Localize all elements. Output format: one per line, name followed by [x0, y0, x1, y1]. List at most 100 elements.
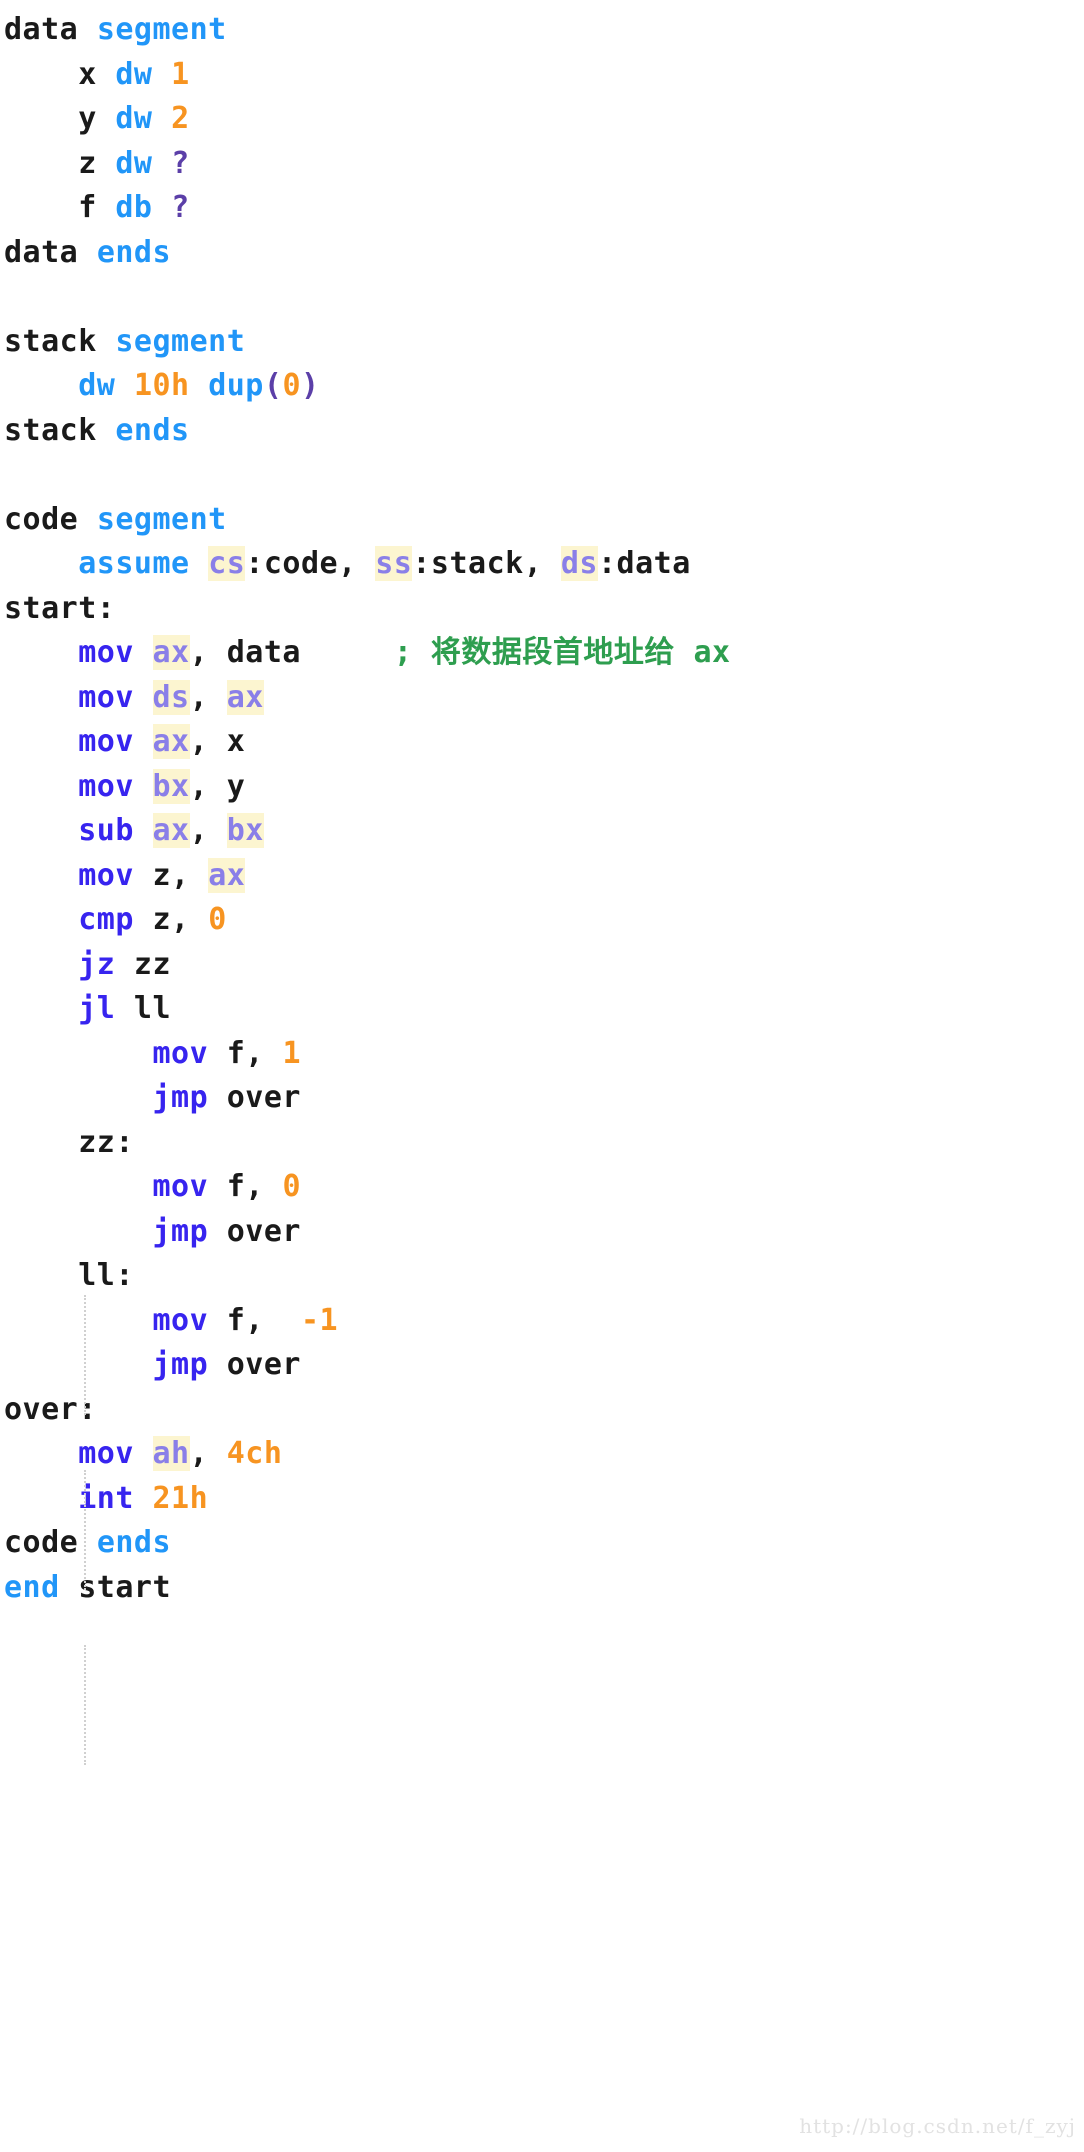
- code-token-instr: cmp: [78, 902, 134, 937]
- code-line: data segment: [0, 8, 1084, 53]
- code-token-reg: ah: [152, 1436, 190, 1471]
- code-token-instr: sub: [78, 813, 134, 848]
- code-token-label: ll:: [78, 1258, 134, 1293]
- code-line: mov f, -1: [0, 1299, 1084, 1344]
- code-token-num: 1: [171, 56, 190, 92]
- code-token-kw: ends: [96, 234, 172, 270]
- code-line: x dw 1: [0, 53, 1084, 98]
- code-line: code segment: [0, 498, 1084, 543]
- code-token-plain: ,: [189, 635, 209, 670]
- code-token-instr: int: [78, 1480, 134, 1516]
- code-token-label: zz:: [78, 1124, 134, 1160]
- code-line: mov ds, ax: [0, 676, 1084, 721]
- code-token-num: 10h: [133, 368, 190, 403]
- code-token-instr: mov: [152, 1035, 209, 1071]
- code-line: mov ax, x: [0, 720, 1084, 765]
- code-token-reg: ax: [152, 635, 190, 670]
- code-token-plain: ,: [189, 768, 209, 804]
- code-line: end start: [0, 1566, 1084, 1611]
- code-token-instr: jz: [78, 946, 116, 982]
- code-token-kw: assume: [78, 546, 190, 581]
- code-line: zz:: [0, 1121, 1084, 1166]
- code-token-instr: mov: [78, 768, 134, 804]
- code-token-plain: ,: [189, 679, 209, 715]
- code-token-instr: jmp: [152, 1080, 209, 1115]
- code-token-kw: dw: [78, 368, 116, 403]
- code-token-plain: y: [78, 101, 97, 136]
- code-line: mov bx, y: [0, 765, 1084, 810]
- code-token-instr: jmp: [152, 1213, 209, 1249]
- code-token-instr: mov: [78, 857, 134, 893]
- code-token-plain: ,: [189, 724, 209, 759]
- code-token-num: 4ch: [226, 1436, 283, 1471]
- code-token-plain: over: [208, 1213, 301, 1249]
- code-token-plain: :stack,: [412, 546, 543, 581]
- code-token-plain: :code,: [245, 546, 357, 581]
- indent-guide: [84, 1645, 86, 1765]
- code-token-plain: code: [4, 1525, 79, 1560]
- code-line: data ends: [0, 231, 1084, 276]
- code-token-num: 0: [282, 368, 301, 403]
- code-token-kw: ends: [96, 1525, 172, 1560]
- code-line: mov ah, 4ch: [0, 1432, 1084, 1477]
- code-token-reg: ds: [560, 546, 598, 581]
- code-line: jz zz: [0, 943, 1084, 988]
- code-token-q: ?: [171, 190, 190, 225]
- code-token-kw: ends: [115, 412, 190, 448]
- code-token-plain: stack: [4, 412, 97, 448]
- code-token-q: ): [301, 368, 320, 403]
- code-token-num: 0: [282, 1169, 301, 1204]
- code-token-plain: z: [78, 145, 97, 181]
- code-token-label: start:: [4, 590, 116, 626]
- code-token-plain: over: [208, 1080, 301, 1115]
- code-token-reg: ax: [226, 679, 264, 715]
- code-token-plain: z,: [133, 902, 190, 937]
- code-token-q: ?: [171, 145, 190, 181]
- code-line: f db ?: [0, 186, 1084, 231]
- code-token-label: over:: [4, 1391, 97, 1427]
- code-token-plain: :data: [598, 546, 691, 581]
- code-token-plain: code: [4, 501, 79, 537]
- code-line: assume cs:code, ss:stack, ds:data: [0, 542, 1084, 587]
- code-token-num: -1: [301, 1302, 339, 1338]
- code-token-reg: bx: [226, 813, 264, 848]
- code-token-num: 2: [171, 101, 190, 136]
- code-token-instr: jmp: [152, 1347, 209, 1382]
- code-token-plain: f,: [208, 1169, 264, 1204]
- code-token-instr: mov: [78, 1436, 134, 1471]
- code-line: start:: [0, 587, 1084, 632]
- code-line: jmp over: [0, 1343, 1084, 1388]
